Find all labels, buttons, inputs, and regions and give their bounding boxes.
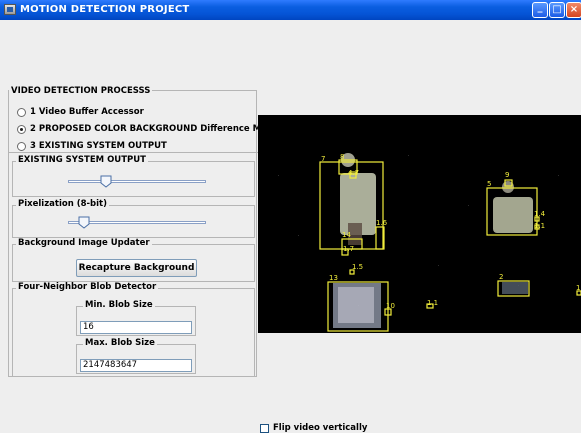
- blob-label: 1: [576, 284, 580, 292]
- blob-label: 2: [499, 273, 503, 281]
- close-icon: ×: [569, 4, 579, 15]
- video-frame: 7 8 4.7 1.6 14 1.7 1.5 13 10 1.1 5 9 1.4…: [258, 115, 581, 333]
- blob-label: 1.5: [352, 263, 363, 271]
- radio-circle-icon[interactable]: [17, 107, 26, 117]
- blob-label: 1.7: [343, 245, 354, 253]
- blob-label: 14: [342, 231, 351, 239]
- recapture-background-button[interactable]: Recapture Background: [76, 259, 197, 277]
- slider-thumb-icon[interactable]: [78, 216, 90, 229]
- blob-label: 1.1: [534, 222, 545, 230]
- max-blob-size-group: Max. Blob Size 2147483647: [76, 338, 196, 374]
- blob-label: 9: [505, 171, 509, 179]
- max-blob-size-label: Max. Blob Size: [83, 338, 157, 348]
- flip-video-checkbox[interactable]: Flip video vertically: [260, 423, 367, 433]
- close-button[interactable]: ×: [566, 2, 581, 18]
- java-app-icon: [4, 4, 16, 15]
- radio-label: 1 Video Buffer Accessor: [30, 107, 144, 117]
- minimize-icon: _: [537, 2, 543, 13]
- maximize-button[interactable]: □: [549, 2, 565, 18]
- flip-video-label: Flip video vertically: [273, 423, 368, 433]
- blob-label: 10: [386, 302, 395, 310]
- blob-detector-group: Four-Neighbor Blob Detector Min. Blob Si…: [12, 282, 255, 377]
- control-panel: VIDEO DETECTION PROCESSS 1 Video Buffer …: [8, 86, 282, 377]
- blob-small-right: [502, 282, 528, 294]
- radio-label: 2 PROPOSED COLOR BACKGROUND Difference M…: [30, 124, 282, 134]
- blob-label: 4.7: [348, 169, 359, 177]
- max-blob-size-input[interactable]: 2147483647: [80, 359, 192, 372]
- min-blob-size-input[interactable]: 16: [80, 321, 192, 334]
- blob-label: 1.4: [534, 210, 546, 218]
- radio-existing-system[interactable]: 3 EXISTING SYSTEM OUTPUT: [17, 140, 167, 152]
- detection-process-title: VIDEO DETECTION PROCESSS: [9, 86, 153, 96]
- radio-video-buffer[interactable]: 1 Video Buffer Accessor: [17, 106, 144, 118]
- existing-output-group: EXISTING SYSTEM OUTPUT: [12, 155, 255, 197]
- minimize-button[interactable]: _: [532, 2, 548, 18]
- blob-label: 1.6: [376, 219, 388, 227]
- title-bar[interactable]: MOTION DETECTION PROJECT _ □ ×: [0, 0, 581, 20]
- blob-label: 13: [329, 274, 338, 282]
- video-output: 7 8 4.7 1.6 14 1.7 1.5 13 10 1.1 5 9 1.4…: [258, 115, 581, 333]
- slider-track[interactable]: [68, 180, 206, 183]
- background-updater-group: Background Image Updater Recapture Backg…: [12, 238, 255, 282]
- slider-thumb-icon[interactable]: [100, 175, 112, 188]
- pixelization-group: Pixelization (8-bit): [12, 199, 255, 238]
- checkbox-icon[interactable]: [260, 423, 269, 433]
- min-blob-size-label: Min. Blob Size: [83, 300, 155, 310]
- person-bottom: [333, 283, 381, 328]
- pixelization-title: Pixelization (8-bit): [16, 199, 110, 209]
- blob-detector-title: Four-Neighbor Blob Detector: [16, 282, 159, 292]
- blob-label: 7: [321, 155, 325, 163]
- blob-label: 8: [340, 153, 344, 161]
- maximize-icon: □: [552, 4, 562, 15]
- existing-output-slider[interactable]: [68, 175, 206, 189]
- background-updater-title: Background Image Updater: [16, 238, 152, 248]
- radio-label: 3 EXISTING SYSTEM OUTPUT: [30, 141, 167, 151]
- blob-label: 5: [487, 180, 491, 188]
- min-blob-size-group: Min. Blob Size 16: [76, 300, 196, 336]
- detection-process-group: VIDEO DETECTION PROCESSS 1 Video Buffer …: [9, 86, 282, 153]
- existing-output-title: EXISTING SYSTEM OUTPUT: [16, 155, 148, 165]
- pixelization-slider[interactable]: [68, 216, 206, 230]
- radio-proposed-color-model[interactable]: 2 PROPOSED COLOR BACKGROUND Difference M…: [17, 123, 282, 135]
- blob-label: 1.1: [427, 299, 438, 307]
- radio-selected-icon[interactable]: [17, 124, 26, 134]
- window-title: MOTION DETECTION PROJECT: [20, 4, 190, 15]
- radio-circle-icon[interactable]: [17, 141, 26, 151]
